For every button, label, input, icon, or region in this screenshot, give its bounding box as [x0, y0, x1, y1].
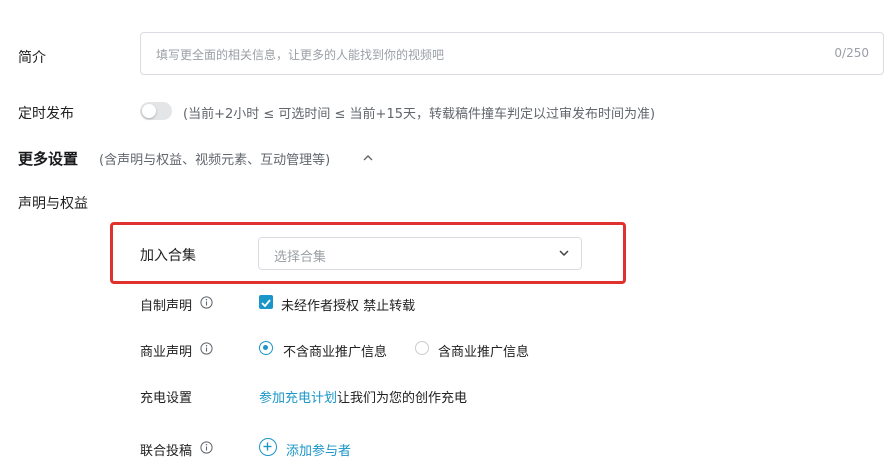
self-made-checkbox[interactable]: [259, 295, 273, 309]
info-icon[interactable]: [200, 441, 213, 454]
add-participant-icon[interactable]: [259, 438, 277, 456]
commercial-label: 商业声明: [140, 345, 193, 360]
plus-icon: [263, 442, 272, 451]
chevron-up-icon[interactable]: [362, 152, 374, 164]
commercial-option-has[interactable]: 含商业推广信息: [438, 341, 529, 360]
charge-text: 让我们为您的创作充电: [337, 391, 468, 406]
check-icon: [261, 299, 271, 308]
commercial-radio-none[interactable]: [259, 341, 273, 355]
info-icon[interactable]: [200, 296, 213, 309]
charge-label: 充电设置: [140, 391, 193, 406]
commercial-radio-has[interactable]: [415, 341, 429, 355]
toggle-knob: [142, 104, 156, 118]
more-settings-subtitle: (含声明与权益、视频元素、互动管理等): [99, 153, 331, 168]
co-post-label: 联合投稿: [140, 444, 193, 459]
description-input[interactable]: 填写更全面的相关信息，让更多的人能找到你的视频吧 0/250: [140, 32, 884, 75]
charge-link[interactable]: 参加充电计划: [259, 391, 337, 406]
self-made-checkbox-label[interactable]: 未经作者授权 禁止转载: [281, 295, 415, 314]
rights-section-label: 声明与权益: [18, 196, 88, 212]
schedule-label: 定时发布: [18, 106, 74, 122]
chevron-down-icon: [559, 250, 569, 257]
description-label: 简介: [18, 50, 46, 66]
schedule-toggle[interactable]: [140, 102, 172, 120]
description-placeholder: 填写更全面的相关信息，让更多的人能找到你的视频吧: [156, 48, 445, 62]
schedule-hint: (当前+2小时 ≤ 可选时间 ≤ 当前+15天，转载稿件撞车判定以过审发布时间为…: [183, 107, 656, 122]
charge-row: 参加充电计划让我们为您的创作充电: [259, 387, 467, 406]
collection-placeholder: 选择合集: [274, 250, 327, 265]
self-made-label: 自制声明: [140, 299, 193, 314]
add-participant-button[interactable]: 添加参与者: [286, 440, 351, 459]
collection-select[interactable]: 选择合集: [258, 237, 582, 270]
collection-label: 加入合集: [140, 248, 196, 264]
description-counter: 0/250: [834, 46, 869, 60]
more-settings-title[interactable]: 更多设置: [18, 148, 78, 169]
commercial-option-none[interactable]: 不含商业推广信息: [283, 341, 387, 360]
info-icon[interactable]: [200, 342, 213, 355]
